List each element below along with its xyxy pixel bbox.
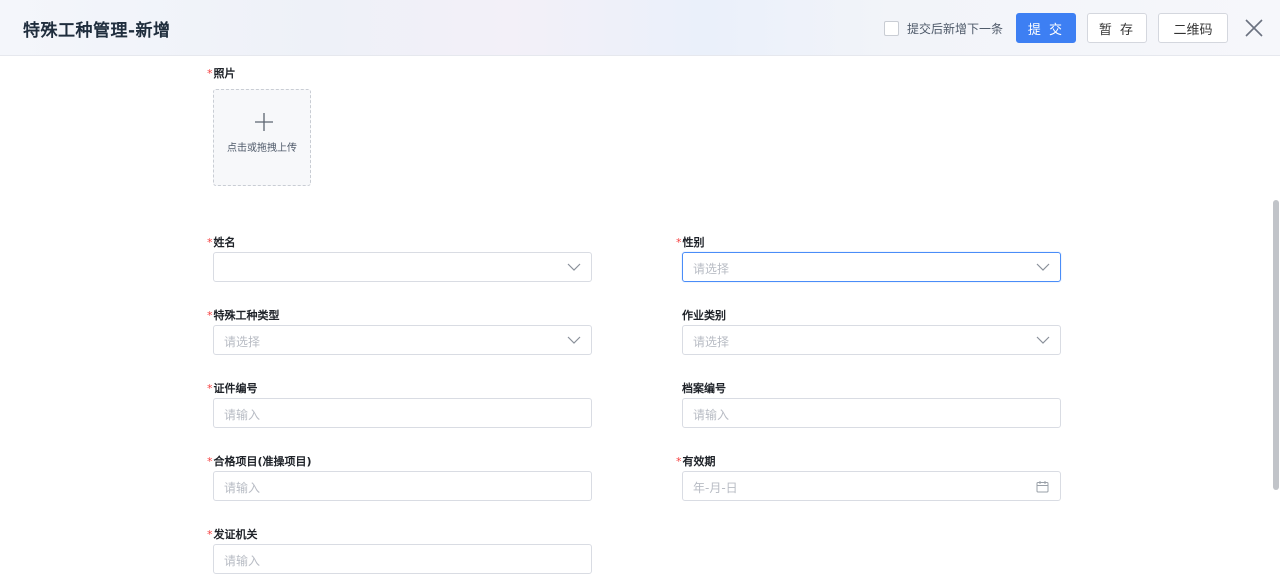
name-label-text: 姓名 [213, 236, 236, 249]
issuer-label: *发证机关 [207, 526, 258, 542]
validity-placeholder: 年-月-日 [693, 481, 738, 495]
photo-label: *照片 [207, 65, 236, 81]
gender-label: *性别 [676, 234, 705, 250]
work-type-label-text: 特殊工种类型 [213, 309, 280, 322]
validity-label-text: 有效期 [682, 455, 716, 468]
issuer-label-text: 发证机关 [213, 528, 258, 541]
qualified-item-placeholder: 请输入 [224, 481, 261, 495]
vertical-scrollbar[interactable] [1273, 200, 1279, 490]
close-icon[interactable] [1243, 17, 1265, 39]
chevron-down-icon [1036, 263, 1050, 271]
issuer-placeholder: 请输入 [224, 554, 261, 568]
cert-no-placeholder: 请输入 [224, 408, 261, 422]
validity-label: *有效期 [676, 453, 716, 469]
archive-no-input[interactable]: 请输入 [682, 398, 1061, 428]
required-mark: * [676, 236, 682, 249]
photo-label-text: 照片 [213, 67, 236, 80]
chevron-down-icon [567, 336, 581, 344]
photo-upload-area[interactable]: 点击或拖拽上传 [213, 89, 311, 186]
job-category-label: 作业类别 [682, 309, 726, 322]
qrcode-button[interactable]: 二维码 [1158, 13, 1228, 43]
validity-date-input[interactable]: 年-月-日 [682, 471, 1061, 501]
page-title: 特殊工种管理-新增 [23, 21, 171, 41]
required-mark: * [207, 309, 213, 322]
cert-no-label: *证件编号 [207, 380, 258, 396]
qualified-item-label: *合格项目(准操项目) [207, 453, 312, 469]
chevron-down-icon [1036, 336, 1050, 344]
cert-no-label-text: 证件编号 [213, 382, 258, 395]
plus-icon [255, 113, 273, 131]
work-type-label: *特殊工种类型 [207, 307, 280, 323]
job-category-placeholder: 请选择 [693, 335, 730, 349]
work-type-placeholder: 请选择 [224, 335, 261, 349]
cert-no-input[interactable]: 请输入 [213, 398, 592, 428]
qualified-item-label-text: 合格项目(准操项目) [213, 455, 312, 468]
job-category-select[interactable]: 请选择 [682, 325, 1061, 355]
submit-button[interactable]: 提 交 [1016, 13, 1076, 43]
gender-placeholder: 请选择 [693, 262, 730, 276]
gender-label-text: 性别 [682, 236, 705, 249]
save-draft-button[interactable]: 暂 存 [1087, 13, 1147, 43]
archive-no-label: 档案编号 [682, 382, 726, 395]
name-label: *姓名 [207, 234, 236, 250]
page-header: 特殊工种管理-新增 提交后新增下一条 提 交 暂 存 二维码 [0, 0, 1280, 56]
required-mark: * [207, 382, 213, 395]
qualified-item-input[interactable]: 请输入 [213, 471, 592, 501]
required-mark: * [207, 236, 213, 249]
work-type-select[interactable]: 请选择 [213, 325, 592, 355]
calendar-icon[interactable] [1036, 480, 1049, 493]
required-mark: * [207, 455, 213, 468]
name-select[interactable] [213, 252, 592, 282]
archive-no-placeholder: 请输入 [693, 408, 730, 422]
chevron-down-icon [567, 263, 581, 271]
required-mark: * [207, 67, 213, 80]
upload-hint: 点击或拖拽上传 [227, 143, 297, 154]
continue-add-checkbox[interactable]: 提交后新增下一条 [884, 20, 1003, 37]
gender-select[interactable]: 请选择 [682, 252, 1061, 282]
required-mark: * [676, 455, 682, 468]
issuer-input[interactable]: 请输入 [213, 544, 592, 574]
checkbox-box[interactable] [884, 21, 899, 36]
required-mark: * [207, 528, 213, 541]
continue-add-label: 提交后新增下一条 [907, 22, 1004, 36]
